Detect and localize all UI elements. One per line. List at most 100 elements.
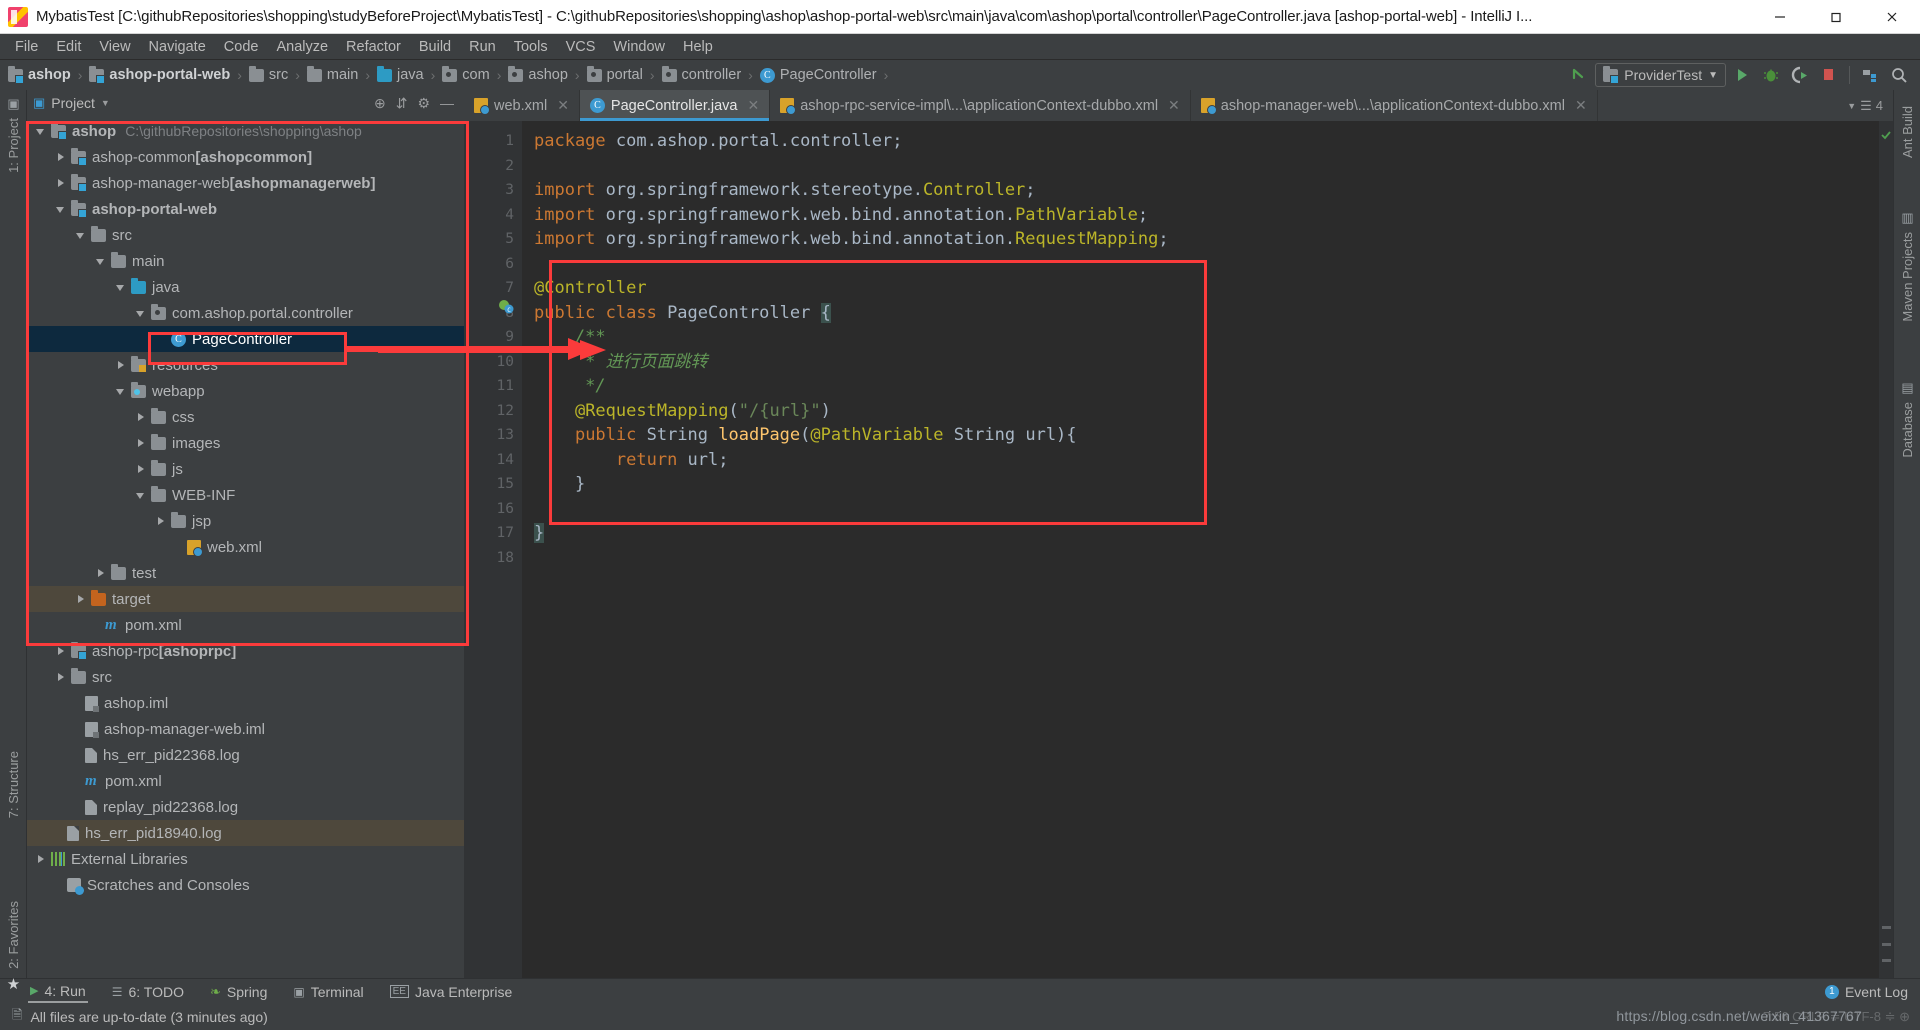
tree-node-css[interactable]: css bbox=[27, 404, 464, 430]
maximize-icon[interactable] bbox=[1808, 0, 1864, 34]
gear-icon[interactable]: ⚙ bbox=[417, 95, 430, 112]
tree-node-ashop[interactable]: ashop C:\githubRepositories\shopping\ash… bbox=[27, 118, 464, 144]
tree-node-web-inf[interactable]: WEB-INF bbox=[27, 482, 464, 508]
editor-tab-pagecontroller-java[interactable]: C PageController.java ✕ bbox=[579, 90, 771, 121]
menu-refactor[interactable]: Refactor bbox=[337, 37, 410, 57]
tree-node-test[interactable]: test bbox=[27, 560, 464, 586]
tree-node-scratches[interactable]: Scratches and Consoles bbox=[27, 872, 464, 898]
chevron-right-icon[interactable] bbox=[55, 151, 68, 164]
chevron-down-icon[interactable] bbox=[95, 255, 108, 268]
chevron-right-icon[interactable] bbox=[135, 437, 148, 450]
tree-node-jsp[interactable]: jsp bbox=[27, 508, 464, 534]
project-structure-icon[interactable] bbox=[1857, 63, 1883, 87]
editor-error-stripe[interactable] bbox=[1879, 121, 1893, 978]
event-log-button[interactable]: 1 Event Log bbox=[1824, 984, 1920, 1000]
editor-tab-overflow[interactable]: ▼ ☰ 4 bbox=[1837, 90, 1893, 121]
spring-bean-gutter-icon[interactable]: C bbox=[498, 299, 514, 315]
run-configuration-selector[interactable]: ProviderTest ▼ bbox=[1595, 63, 1726, 87]
chevron-down-icon[interactable] bbox=[75, 229, 88, 242]
tree-node-hs-err-18940[interactable]: hs_err_pid18940.log bbox=[27, 820, 464, 846]
tree-node-pagecontroller[interactable]: C PageController bbox=[27, 326, 464, 352]
chevron-down-icon[interactable]: ▼ bbox=[101, 98, 110, 108]
tool-window-java-enterprise[interactable]: EE Java Enterprise bbox=[388, 982, 515, 1002]
minimize-icon[interactable] bbox=[1752, 0, 1808, 34]
breadcrumb-com[interactable]: com bbox=[442, 65, 490, 83]
breadcrumb-ashop-portal-web[interactable]: ashop-portal-web bbox=[89, 65, 230, 84]
chevron-right-icon[interactable] bbox=[55, 671, 68, 684]
tool-strip-item-structure[interactable]: 7: Structure bbox=[6, 745, 21, 824]
run-with-coverage-icon[interactable] bbox=[1787, 63, 1813, 87]
tree-node-ashop-portal-web[interactable]: ashop-portal-web bbox=[27, 196, 464, 222]
collapse-all-icon[interactable]: ⇵ bbox=[396, 95, 408, 112]
menu-help[interactable]: Help bbox=[674, 37, 722, 57]
menu-file[interactable]: File bbox=[6, 37, 47, 57]
chevron-down-icon[interactable] bbox=[35, 125, 48, 138]
menu-tools[interactable]: Tools bbox=[505, 37, 557, 57]
target-icon[interactable]: ⊕ bbox=[374, 95, 386, 112]
close-icon[interactable]: ✕ bbox=[1168, 97, 1180, 114]
editor-gutter[interactable]: 1 2 3 4 5 6 7 8 9 10 11 12 13 14 15 16 1 bbox=[464, 121, 522, 978]
chevron-down-icon[interactable] bbox=[115, 385, 128, 398]
chevron-right-icon[interactable] bbox=[75, 593, 88, 606]
menu-vcs[interactable]: VCS bbox=[557, 37, 605, 57]
tool-window-spring[interactable]: ❧ Spring bbox=[208, 982, 269, 1002]
breadcrumb-main[interactable]: main bbox=[306, 65, 358, 83]
chevron-down-icon[interactable] bbox=[55, 203, 68, 216]
tree-node-ashop-rpc[interactable]: ashop-rpc [ashoprpc] bbox=[27, 638, 464, 664]
chevron-down-icon[interactable] bbox=[135, 307, 148, 320]
tree-node-resources[interactable]: resources bbox=[27, 352, 464, 378]
code-editor[interactable]: 1 2 3 4 5 6 7 8 9 10 11 12 13 14 15 16 1 bbox=[464, 121, 1893, 978]
chevron-right-icon[interactable] bbox=[135, 411, 148, 424]
tree-node-package[interactable]: com.ashop.portal.controller bbox=[27, 300, 464, 326]
breadcrumb-src[interactable]: src bbox=[248, 65, 288, 83]
back-arrow-icon[interactable] bbox=[1566, 63, 1592, 87]
hide-icon[interactable]: — bbox=[440, 95, 454, 111]
tree-node-pom-xml-portal[interactable]: m pom.xml bbox=[27, 612, 464, 638]
tree-node-images[interactable]: images bbox=[27, 430, 464, 456]
tree-node-ashop-manager-web[interactable]: ashop-manager-web [ashopmanagerweb] bbox=[27, 170, 464, 196]
search-everywhere-icon[interactable] bbox=[1886, 63, 1912, 87]
tree-node-ashop-common[interactable]: ashop-common [ashopcommon] bbox=[27, 144, 464, 170]
tree-node-target[interactable]: target bbox=[27, 586, 464, 612]
run-icon[interactable] bbox=[1729, 63, 1755, 87]
tool-strip-item-ant-build[interactable]: Ant Build bbox=[1900, 100, 1915, 164]
menu-navigate[interactable]: Navigate bbox=[140, 37, 215, 57]
breadcrumb-portal[interactable]: portal bbox=[586, 65, 643, 83]
stop-icon[interactable] bbox=[1816, 63, 1842, 87]
close-icon[interactable] bbox=[1864, 0, 1920, 34]
tool-window-run[interactable]: ▶ 4: Run bbox=[28, 981, 88, 1003]
tree-node-external-libraries[interactable]: External Libraries bbox=[27, 846, 464, 872]
breadcrumb-ashop[interactable]: ashop bbox=[8, 65, 71, 84]
menu-code[interactable]: Code bbox=[215, 37, 268, 57]
menu-edit[interactable]: Edit bbox=[47, 37, 90, 57]
tree-node-webapp[interactable]: webapp bbox=[27, 378, 464, 404]
tree-node-web-xml[interactable]: web.xml bbox=[27, 534, 464, 560]
tool-window-terminal[interactable]: ▣ Terminal bbox=[291, 982, 365, 1002]
breadcrumb-pagecontroller[interactable]: C PageController bbox=[759, 67, 877, 83]
chevron-right-icon[interactable] bbox=[55, 177, 68, 190]
chevron-right-icon[interactable] bbox=[115, 359, 128, 372]
tree-node-java[interactable]: java bbox=[27, 274, 464, 300]
breadcrumb-controller[interactable]: controller bbox=[661, 65, 741, 83]
chevron-right-icon[interactable] bbox=[35, 853, 48, 866]
menu-window[interactable]: Window bbox=[604, 37, 674, 57]
tree-node-js[interactable]: js bbox=[27, 456, 464, 482]
chevron-right-icon[interactable] bbox=[155, 515, 168, 528]
project-tree[interactable]: ashop C:\githubRepositories\shopping\ash… bbox=[27, 116, 464, 978]
chevron-right-icon[interactable] bbox=[135, 463, 148, 476]
menu-view[interactable]: View bbox=[90, 37, 139, 57]
breadcrumb-java[interactable]: java bbox=[377, 65, 424, 83]
tree-node-replay-22368[interactable]: replay_pid22368.log bbox=[27, 794, 464, 820]
editor-tab-web-xml[interactable]: web.xml ✕ bbox=[464, 90, 580, 121]
tree-node-src-root[interactable]: src bbox=[27, 664, 464, 690]
debug-icon[interactable] bbox=[1758, 63, 1784, 87]
chevron-right-icon[interactable] bbox=[95, 567, 108, 580]
tool-strip-item-project[interactable]: 1: Project bbox=[6, 112, 21, 179]
menu-analyze[interactable]: Analyze bbox=[267, 37, 337, 57]
chevron-right-icon[interactable] bbox=[55, 645, 68, 658]
chevron-down-icon[interactable] bbox=[135, 489, 148, 502]
editor-tab-manager-dubbo-xml[interactable]: ashop-manager-web\...\applicationContext… bbox=[1191, 90, 1598, 121]
menu-run[interactable]: Run bbox=[460, 37, 505, 57]
code-text[interactable]: package com.ashop.portal.controller; imp… bbox=[522, 121, 1879, 978]
close-icon[interactable]: ✕ bbox=[557, 97, 569, 114]
